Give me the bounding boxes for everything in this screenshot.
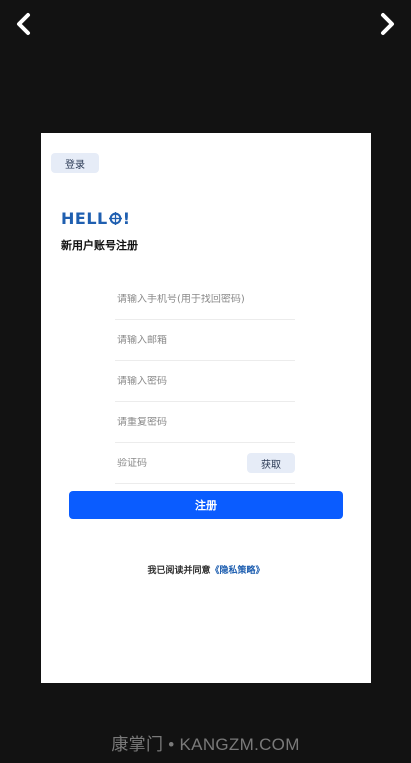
chevron-right-icon: [381, 13, 394, 35]
phone-field-row: [115, 279, 295, 320]
verification-code-field-row: 获取: [115, 443, 295, 484]
email-input[interactable]: [115, 334, 295, 346]
register-form: 获取: [115, 279, 295, 484]
login-button[interactable]: 登录: [51, 153, 99, 173]
verification-code-input[interactable]: [115, 457, 239, 469]
get-code-button[interactable]: 获取: [247, 453, 295, 473]
hello-logo: HELL !: [61, 207, 131, 229]
watermark: 康掌门 • KANGZM.COM: [111, 735, 300, 754]
register-screen: 登录 HELL ! 新用户账号注册 请输入手机号(用于找回密码) 请输入邮箱 验…: [41, 133, 371, 683]
register-button[interactable]: 注册: [69, 491, 343, 519]
privacy-agreement: 我已阅读并同意《隐私策略》: [41, 563, 371, 576]
repeat-password-field-row: [115, 402, 295, 443]
phone-input[interactable]: [115, 293, 295, 305]
agreement-text: 我已阅读并同意: [147, 566, 211, 576]
logo-text-part2: !: [122, 208, 131, 228]
next-button[interactable]: [373, 10, 401, 38]
repeat-password-input[interactable]: [115, 416, 295, 428]
privacy-policy-link[interactable]: 《隐私策略》: [211, 566, 265, 576]
password-input[interactable]: [115, 375, 295, 387]
image-viewer: 登录 HELL ! 新用户账号注册 请输入手机号(用于找回密码) 请输入邮箱 验…: [0, 0, 411, 763]
email-field-row: [115, 320, 295, 361]
logo-text-part1: HELL: [61, 208, 108, 228]
password-field-row: [115, 361, 295, 402]
page-title: 新用户账号注册: [61, 239, 138, 252]
previous-button[interactable]: [10, 10, 38, 38]
chevron-left-icon: [17, 13, 30, 35]
target-icon: [108, 211, 122, 225]
